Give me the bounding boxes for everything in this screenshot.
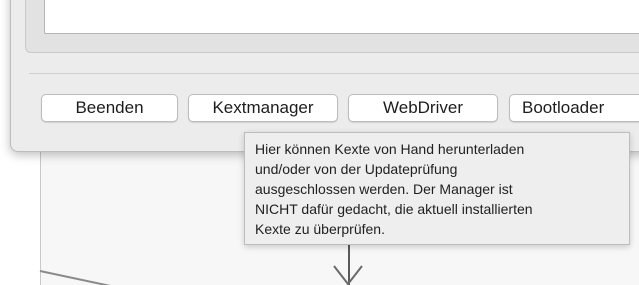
webdriver-button[interactable]: WebDriver [348,94,498,122]
kextmanager-tooltip: Hier können Kexte von Hand herunterladen… [244,132,630,245]
dialog-window: Beenden Kextmanager WebDriver Bootloader [10,0,639,152]
screen: Beenden Kextmanager WebDriver Bootloader… [0,0,639,285]
log-text-area[interactable] [44,0,639,34]
flowchart-arrow-icon [333,265,363,285]
kextmanager-button[interactable]: Kextmanager [188,94,338,122]
separator [29,73,639,74]
bootloader-button[interactable]: Bootloader [509,94,639,122]
log-group-box [25,0,639,53]
quit-button[interactable]: Beenden [41,94,178,122]
